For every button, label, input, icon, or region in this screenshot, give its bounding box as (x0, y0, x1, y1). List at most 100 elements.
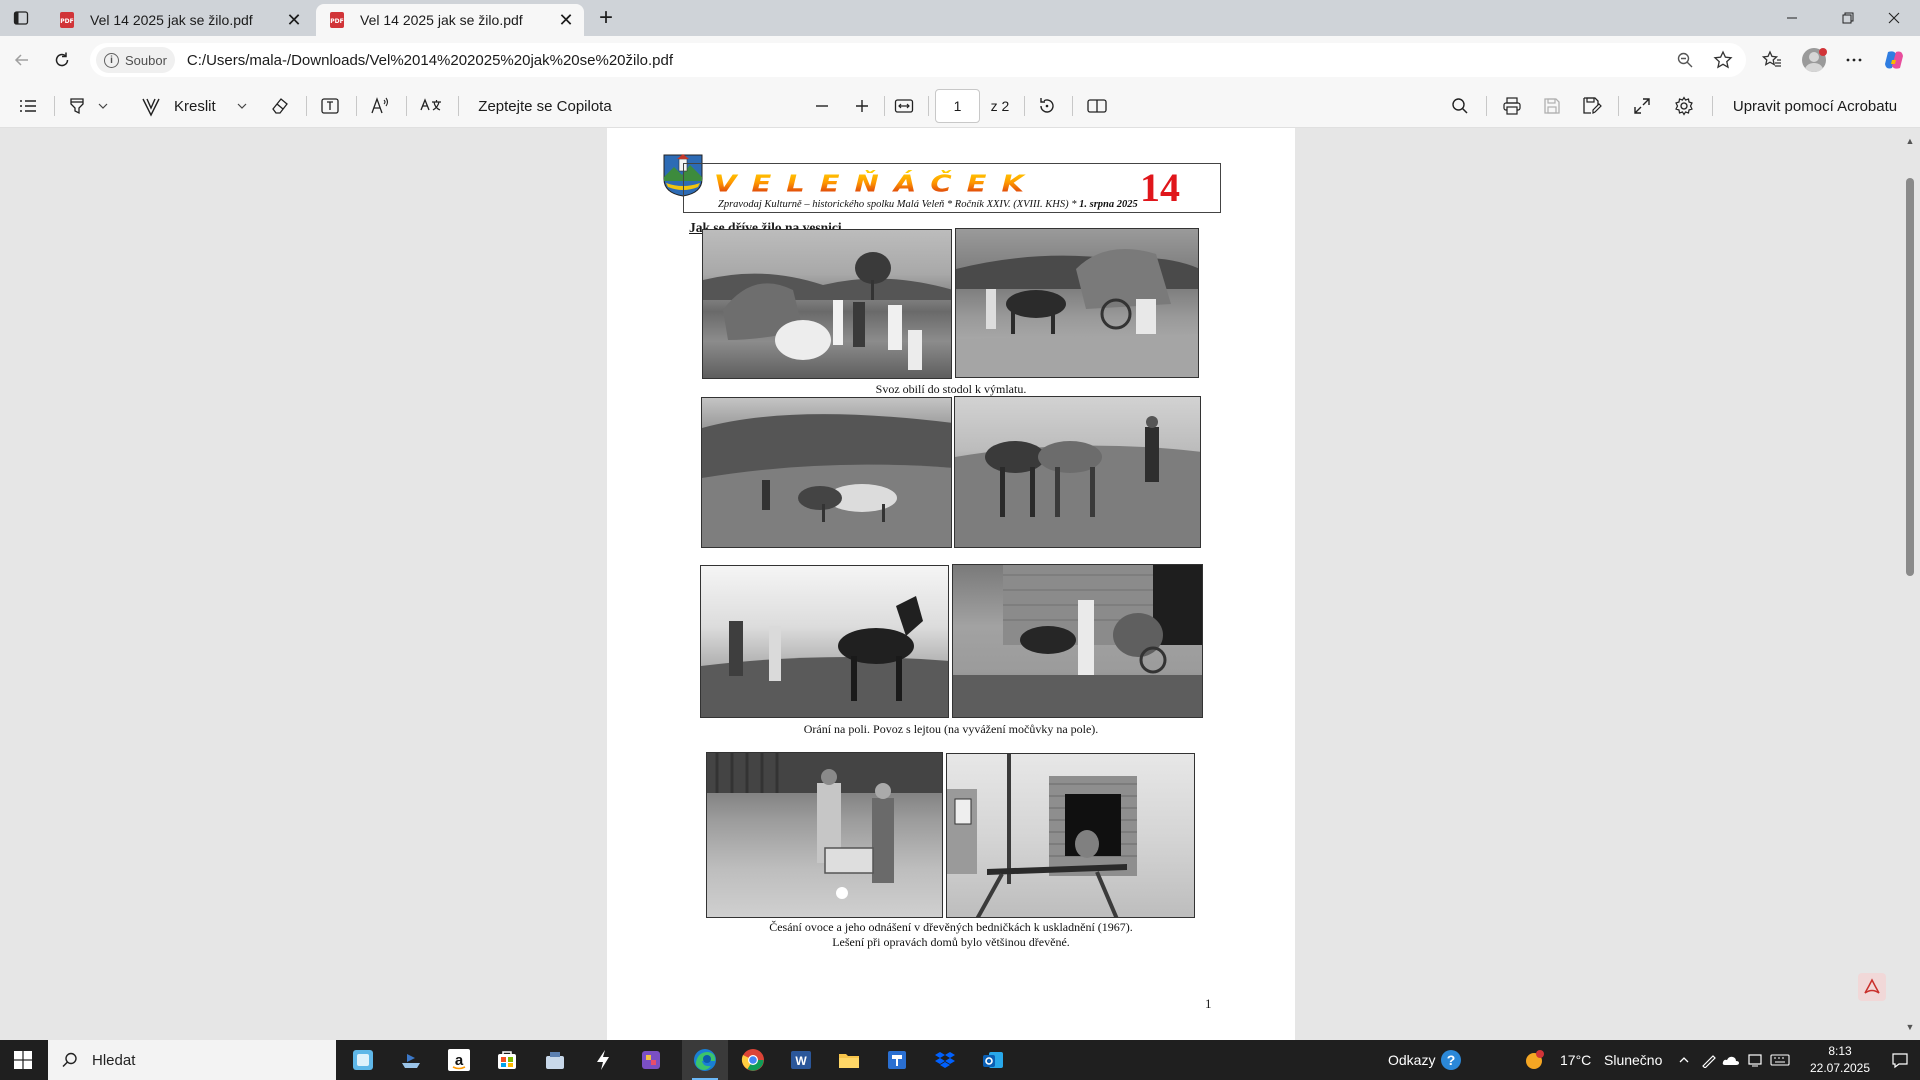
svg-text:a: a (455, 1052, 464, 1069)
page-number-input[interactable]: 1 (935, 89, 980, 123)
erase-button[interactable] (264, 90, 296, 122)
minus-icon (816, 105, 828, 107)
page-view-button[interactable] (1080, 90, 1114, 122)
site-info-button[interactable]: i Soubor (96, 47, 175, 73)
taskbar-app-amazon[interactable]: a (436, 1040, 482, 1080)
add-text-button[interactable] (314, 90, 346, 122)
taskbar-app-outlook[interactable] (970, 1040, 1016, 1080)
taskbar-app-file-explorer[interactable] (826, 1040, 872, 1080)
taskbar-app-teams[interactable] (874, 1040, 920, 1080)
masthead-date: 1. srpna 2025 (1079, 199, 1138, 210)
taskbar-app-bag[interactable] (532, 1040, 578, 1080)
taskbar-search[interactable]: Hledat (48, 1040, 336, 1080)
app-icon (888, 1051, 906, 1069)
chevron-down-icon (237, 103, 247, 109)
back-button[interactable] (6, 44, 38, 76)
tab-pdf-active[interactable]: PDF Vel 14 2025 jak se žilo.pdf ✕ (316, 4, 584, 36)
masthead: VELEŇÁČEK 14 Zpravodaj Kulturně – histor… (683, 163, 1221, 213)
pen-icon (142, 98, 160, 117)
draw-button[interactable]: Kreslit (140, 90, 258, 122)
taskbar-app-lightning[interactable] (580, 1040, 626, 1080)
contents-button[interactable] (12, 90, 44, 122)
favorite-star-icon[interactable] (1708, 45, 1738, 75)
profile-button[interactable] (1798, 44, 1830, 76)
minimize-button[interactable] (1764, 0, 1820, 36)
dropbox-icon (935, 1052, 955, 1068)
new-tab-button[interactable]: + (592, 4, 620, 32)
scrollbar-thumb[interactable] (1906, 178, 1914, 576)
tab-title: Vel 14 2025 jak se žilo.pdf (360, 12, 523, 28)
photo-ploughing-field (700, 565, 949, 718)
scroll-up-icon[interactable]: ▲ (1905, 136, 1915, 146)
onedrive-tray-icon[interactable] (1720, 1040, 1742, 1080)
taskbar-app-edge[interactable] (682, 1040, 728, 1080)
favorites-icon (1762, 50, 1781, 67)
zoom-icon[interactable] (1670, 45, 1700, 75)
read-aloud-button[interactable] (364, 90, 396, 122)
taskbar-app-ship[interactable] (388, 1040, 434, 1080)
close-window-button[interactable] (1866, 0, 1920, 36)
print-button[interactable] (1496, 90, 1528, 122)
tab-actions-button[interactable] (8, 6, 34, 30)
rotate-button[interactable] (1030, 90, 1064, 122)
weather-temperature[interactable]: 17°C (1560, 1040, 1591, 1080)
settings-and-more-button[interactable] (1838, 44, 1870, 76)
close-icon[interactable]: ✕ (552, 6, 580, 34)
vertical-scrollbar[interactable]: ▲ ▼ (1900, 128, 1920, 1040)
taskbar-app-photos[interactable] (628, 1040, 674, 1080)
caption-harvest: Svoz obilí do stodol k výmlatu. (875, 382, 1027, 396)
clock[interactable]: 8:13 22.07.2025 (1800, 1043, 1880, 1077)
translate-icon (420, 98, 441, 111)
network-tray-icon[interactable] (1744, 1040, 1766, 1080)
weather-widget[interactable] (1516, 1040, 1552, 1080)
widgets-icon (353, 1050, 373, 1070)
pdf-viewer[interactable]: VELEŇÁČEK 14 Zpravodaj Kulturně – histor… (0, 128, 1920, 1040)
notification-dot (1819, 48, 1827, 56)
restore-icon (1842, 12, 1854, 24)
masthead-subtitle-text: Zpravodaj Kulturně – historického spolku… (718, 199, 1077, 210)
start-button[interactable] (0, 1040, 46, 1080)
zoom-out-button[interactable] (806, 90, 838, 122)
lightning-icon (597, 1050, 609, 1070)
find-button[interactable] (1444, 90, 1476, 122)
edit-with-acrobat-button[interactable]: Upravit pomocí Acrobatu (1720, 90, 1910, 122)
folder-icon (839, 1054, 859, 1068)
pen-tray-icon[interactable] (1698, 1040, 1720, 1080)
show-hidden-icons-button[interactable] (1672, 1040, 1696, 1080)
read-aloud-icon (371, 97, 389, 114)
pdf-settings-button[interactable] (1668, 90, 1700, 122)
tab-pdf-inactive[interactable]: PDF Vel 14 2025 jak se žilo.pdf ✕ (46, 4, 312, 36)
save-button[interactable] (1536, 90, 1568, 122)
gear-icon (1675, 96, 1693, 116)
full-screen-button[interactable] (1626, 90, 1658, 122)
weather-condition[interactable]: Slunečno (1604, 1040, 1662, 1080)
omnibox[interactable]: i Soubor C:/Users/mala-/Downloads/Vel%20… (90, 43, 1746, 77)
acrobat-fab-button[interactable] (1858, 973, 1886, 1001)
taskbar-app-dropbox[interactable] (922, 1040, 968, 1080)
pdf-file-icon: PDF (330, 12, 344, 28)
taskbar-app-chrome[interactable] (730, 1040, 776, 1080)
refresh-icon (55, 52, 69, 67)
keyboard-tray-icon[interactable] (1766, 1040, 1794, 1080)
masthead-title: VELEŇÁČEK (714, 170, 1039, 198)
windows-logo-icon (14, 1051, 32, 1069)
translate-button[interactable] (414, 90, 448, 122)
zoom-in-button[interactable] (846, 90, 878, 122)
notifications-button[interactable] (1880, 1040, 1920, 1080)
search-icon (62, 1052, 77, 1068)
highlight-button[interactable] (62, 90, 114, 122)
taskbar-app-widgets[interactable] (340, 1040, 386, 1080)
ask-copilot-button[interactable]: Zeptejte se Copilota (464, 90, 626, 122)
taskbar-app-store[interactable] (484, 1040, 530, 1080)
url-text[interactable]: C:/Users/mala-/Downloads/Vel%2014%202025… (187, 52, 1670, 69)
help-button[interactable]: ? (1428, 1040, 1474, 1080)
fit-to-width-button[interactable] (888, 90, 920, 122)
refresh-button[interactable] (46, 44, 78, 76)
taskbar-app-word[interactable]: W (778, 1040, 824, 1080)
scroll-down-icon[interactable]: ▼ (1905, 1022, 1915, 1032)
copilot-button[interactable] (1878, 44, 1910, 76)
svg-text:PDF: PDF (330, 18, 343, 25)
favorites-button[interactable] (1756, 44, 1788, 76)
save-as-button[interactable] (1576, 90, 1608, 122)
close-icon[interactable]: ✕ (280, 6, 308, 34)
